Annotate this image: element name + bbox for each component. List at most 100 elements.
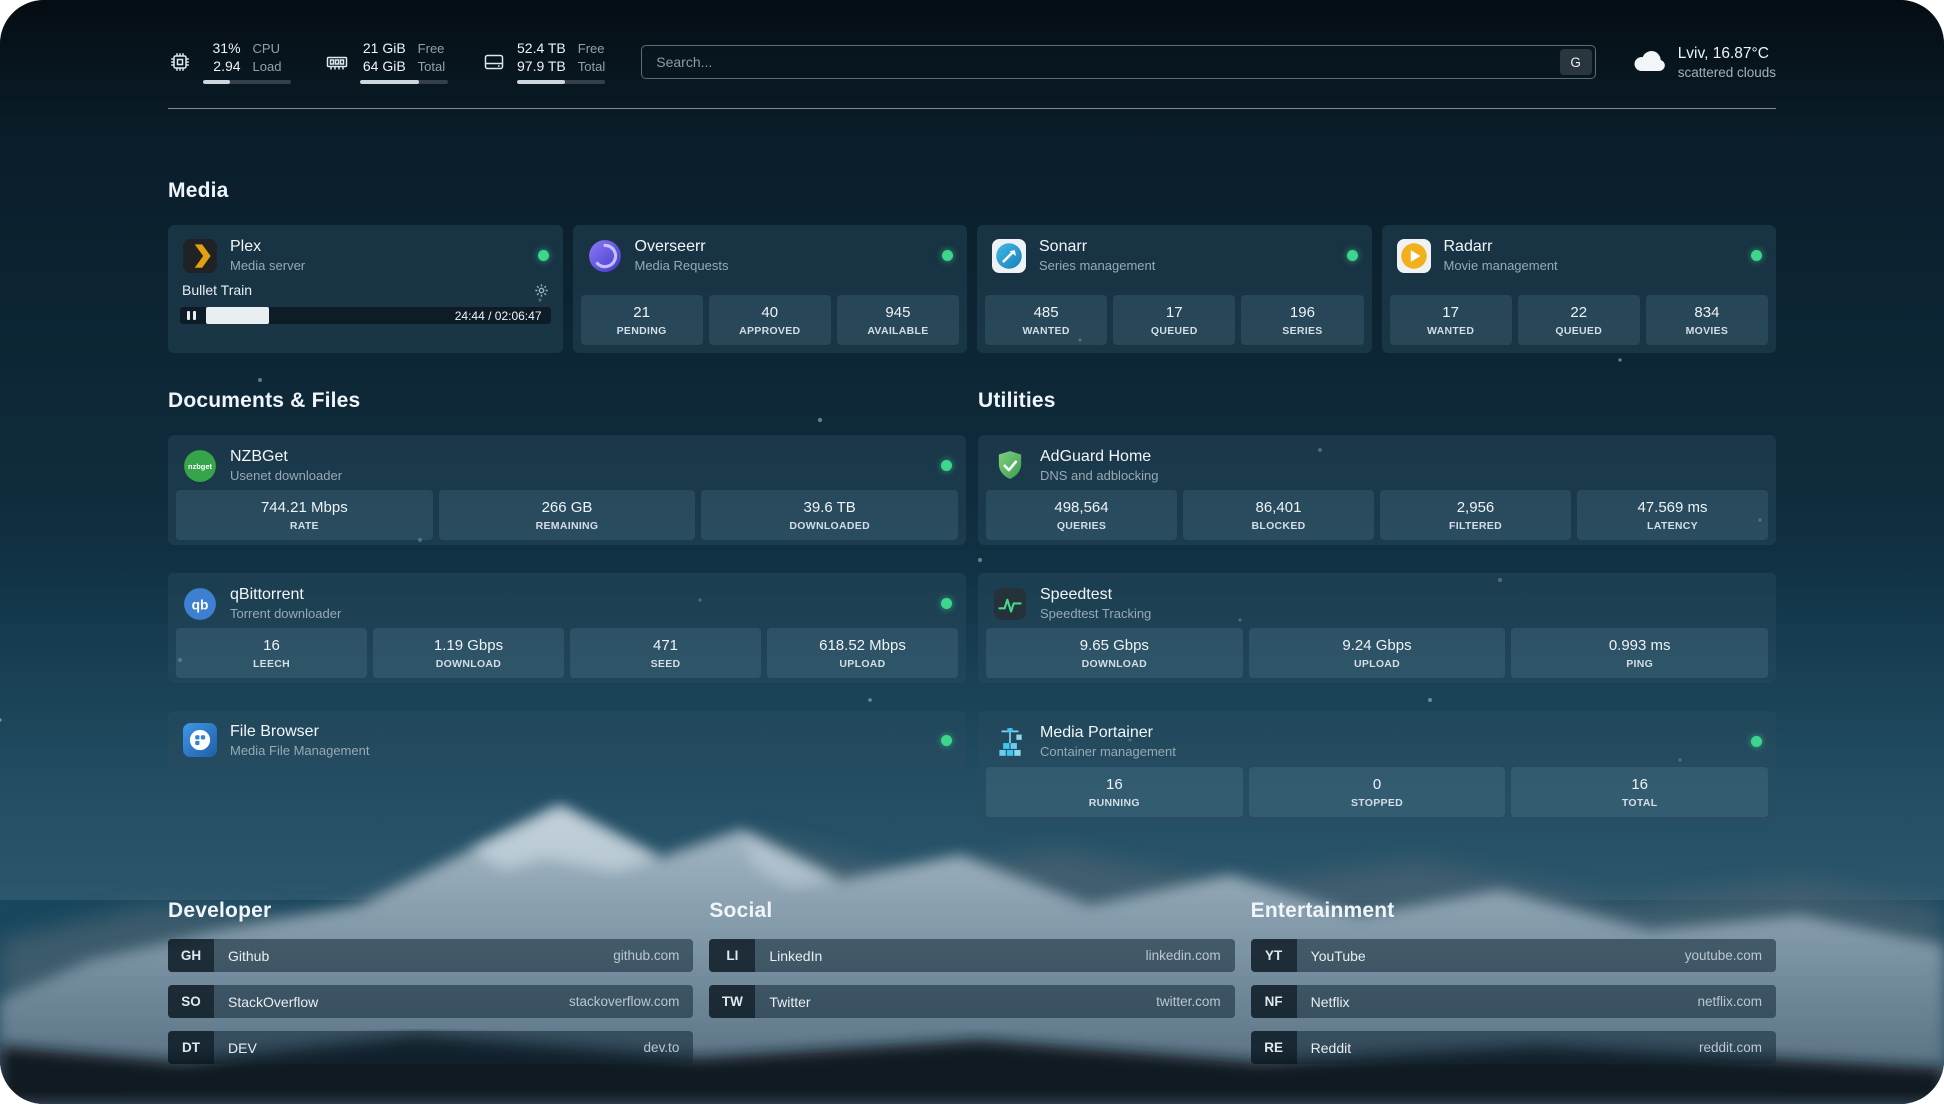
bookmark-dev[interactable]: DT DEV dev.to — [168, 1031, 693, 1064]
weather-widget: Lviv, 16.87°C scattered clouds — [1632, 44, 1776, 81]
pause-icon[interactable] — [187, 311, 196, 320]
disk-free: 52.4 TB — [517, 40, 566, 57]
service-name: Speedtest — [1040, 585, 1151, 605]
dashboard-content: 31% CPU 2.94 Load — [0, 0, 1944, 1104]
service-card-sonarr[interactable]: Sonarr Series management 485WANTED 17QUE… — [977, 225, 1372, 353]
bookmark-stackoverflow[interactable]: SO StackOverflow stackoverflow.com — [168, 985, 693, 1018]
plex-icon — [182, 238, 218, 274]
service-card-plex[interactable]: Plex Media server Bullet Train — [168, 225, 563, 353]
bookmark-url: twitter.com — [1156, 985, 1235, 1018]
stat-box: 196SERIES — [1241, 295, 1363, 345]
memory-usage-bar — [360, 80, 448, 84]
stat-box: 16RUNNING — [986, 767, 1243, 817]
section-title-social: Social — [709, 899, 1234, 923]
now-playing-title: Bullet Train — [182, 282, 252, 298]
bookmark-abbr: GH — [168, 939, 214, 972]
cpu-label-bottom: Load — [253, 58, 291, 75]
stat-box: 498,564QUERIES — [986, 490, 1177, 540]
status-dot — [941, 460, 952, 471]
bookmark-url: dev.to — [644, 1031, 694, 1064]
search-provider-button[interactable]: G — [1560, 49, 1592, 75]
bookmark-group-developer: Developer GH Github github.com SO StackO… — [168, 899, 693, 1077]
status-dot — [942, 250, 953, 261]
service-card-qbittorrent[interactable]: qb qBittorrent Torrent downloader 16LEEC… — [168, 573, 966, 683]
service-card-nzbget[interactable]: nzbget NZBGet Usenet downloader 744.21 M… — [168, 435, 966, 545]
plex-progress-bar[interactable]: 24:44 / 02:06:47 — [180, 307, 551, 324]
memory-label-bottom: Total — [418, 58, 448, 75]
status-dot — [1347, 250, 1358, 261]
speedtest-icon — [992, 586, 1028, 622]
stat-box: 40APPROVED — [709, 295, 831, 345]
bookmark-reddit[interactable]: RE Reddit reddit.com — [1251, 1031, 1776, 1064]
service-card-speedtest[interactable]: Speedtest Speedtest Tracking 9.65 GbpsDO… — [978, 573, 1776, 683]
service-name: File Browser — [230, 722, 369, 742]
svg-text:qb: qb — [192, 596, 209, 612]
bookmark-abbr: YT — [1251, 939, 1297, 972]
service-card-portainer[interactable]: Media Portainer Container management 16R… — [978, 711, 1776, 825]
service-card-filebrowser[interactable]: File Browser Media File Management — [168, 711, 966, 769]
service-card-overseerr[interactable]: Overseerr Media Requests 21PENDING 40APP… — [573, 225, 968, 353]
bookmark-netflix[interactable]: NF Netflix netflix.com — [1251, 985, 1776, 1018]
bookmark-name: Reddit — [1297, 1031, 1351, 1064]
bookmark-twitter[interactable]: TW Twitter twitter.com — [709, 985, 1234, 1018]
bookmark-url: reddit.com — [1699, 1031, 1776, 1064]
sonarr-icon — [991, 238, 1027, 274]
bookmark-youtube[interactable]: YT YouTube youtube.com — [1251, 939, 1776, 972]
service-name: Plex — [230, 237, 305, 257]
stat-box: 17WANTED — [1390, 295, 1512, 345]
memory-label-top: Free — [418, 40, 448, 57]
plex-progress-fill — [206, 307, 269, 324]
bookmark-group-social: Social LI LinkedIn linkedin.com TW Twitt… — [709, 899, 1234, 1077]
service-card-adguard[interactable]: AdGuard Home DNS and adblocking 498,564Q… — [978, 435, 1776, 545]
stat-box: 9.65 GbpsDOWNLOAD — [986, 628, 1243, 678]
service-description: Torrent downloader — [230, 605, 341, 622]
bookmark-name: Github — [214, 939, 269, 972]
service-description: Media Requests — [635, 257, 729, 274]
service-card-radarr[interactable]: Radarr Movie management 17WANTED 22QUEUE… — [1382, 225, 1777, 353]
service-description: DNS and adblocking — [1040, 467, 1159, 484]
status-dot — [1751, 736, 1762, 747]
bookmark-group-entertainment: Entertainment YT YouTube youtube.com NF … — [1251, 899, 1776, 1077]
memory-widget: 21 GiB Free 64 GiB Total — [325, 40, 448, 84]
bookmark-name: Twitter — [755, 985, 810, 1018]
bookmark-github[interactable]: GH Github github.com — [168, 939, 693, 972]
stat-box: 266 GBREMAINING — [439, 490, 696, 540]
bookmark-url: youtube.com — [1685, 939, 1776, 972]
cpu-usage-bar — [203, 80, 291, 84]
stat-box: 17QUEUED — [1113, 295, 1235, 345]
disk-total: 97.9 TB — [517, 58, 566, 75]
service-name: Sonarr — [1039, 237, 1155, 257]
disk-widget: 52.4 TB Free 97.9 TB Total — [482, 40, 605, 84]
bookmark-name: LinkedIn — [755, 939, 822, 972]
cpu-icon — [168, 50, 192, 74]
stat-box: 485WANTED — [985, 295, 1107, 345]
memory-total: 64 GiB — [360, 58, 406, 75]
disk-label-top: Free — [578, 40, 605, 57]
gear-icon[interactable] — [534, 283, 549, 298]
qbittorrent-icon: qb — [182, 586, 218, 622]
bookmark-abbr: LI — [709, 939, 755, 972]
service-name: NZBGet — [230, 447, 342, 467]
bookmark-linkedin[interactable]: LI LinkedIn linkedin.com — [709, 939, 1234, 972]
status-dot — [941, 735, 952, 746]
stat-box: 86,401BLOCKED — [1183, 490, 1374, 540]
stat-box: 16TOTAL — [1511, 767, 1768, 817]
bookmark-abbr: NF — [1251, 985, 1297, 1018]
service-name: AdGuard Home — [1040, 447, 1159, 467]
weather-condition: scattered clouds — [1678, 64, 1776, 81]
bookmark-url: stackoverflow.com — [569, 985, 693, 1018]
overseerr-icon — [587, 238, 623, 274]
service-description: Speedtest Tracking — [1040, 605, 1151, 622]
section-title-utilities: Utilities — [978, 389, 1776, 413]
bookmark-abbr: DT — [168, 1031, 214, 1064]
search-input[interactable] — [641, 45, 1595, 79]
section-title-media: Media — [168, 179, 1776, 203]
section-media: Media Plex Media server — [168, 179, 1776, 353]
filebrowser-icon — [182, 722, 218, 758]
cloud-icon — [1632, 47, 1666, 78]
bookmark-name: Netflix — [1297, 985, 1350, 1018]
disk-usage-bar — [517, 80, 605, 84]
header-divider — [168, 108, 1776, 109]
section-utilities: Utilities AdGuard Home — [978, 389, 1776, 825]
stat-box: 16LEECH — [176, 628, 367, 678]
